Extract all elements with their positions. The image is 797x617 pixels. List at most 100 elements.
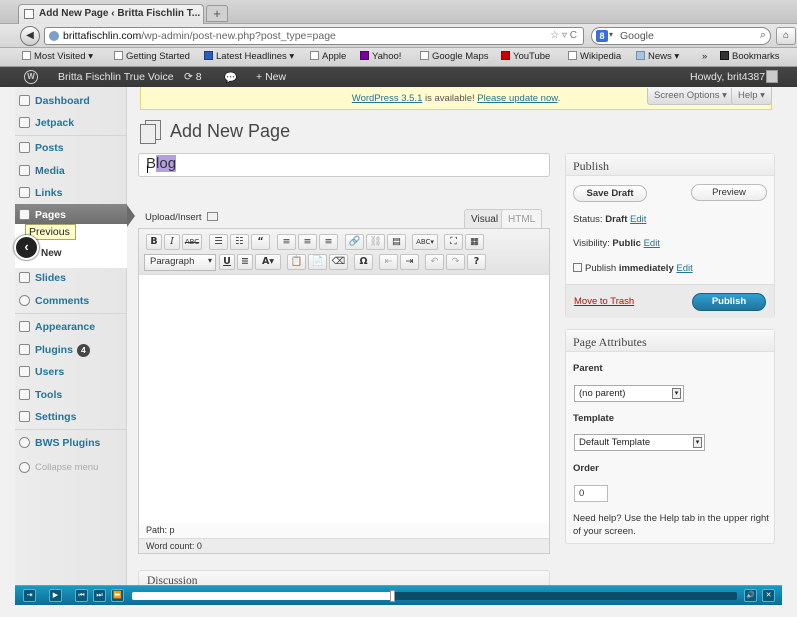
avatar[interactable] [766, 70, 778, 83]
kitchen-sink-icon[interactable]: ▦ [465, 234, 484, 250]
align-left-icon[interactable]: ≡ [277, 234, 296, 250]
bookmark-most-visited[interactable]: Most Visited ▾ [22, 51, 93, 62]
bookmark-yahoo[interactable]: Yahoo! [360, 51, 401, 62]
wordpress-version-link[interactable]: WordPress 3.5.1 [352, 93, 423, 104]
bookmarks-menu[interactable]: Bookmarks [720, 51, 780, 62]
bookmark-latest-headlines[interactable]: Latest Headlines ▾ [204, 51, 294, 62]
numbered-list-icon[interactable]: ☷ [230, 234, 249, 250]
sidebar-item-comments[interactable]: Comments [15, 290, 127, 312]
bookmark-google-maps[interactable]: Google Maps [420, 51, 489, 62]
progress-handle[interactable] [390, 590, 396, 602]
collapse-menu-button[interactable]: Collapse menu [15, 457, 127, 479]
wordpress-logo-icon[interactable]: W [24, 70, 38, 84]
bullet-list-icon[interactable]: ☰ [209, 234, 228, 250]
sidebar-item-appearance[interactable]: Appearance [15, 316, 127, 338]
format-select[interactable]: Paragraph ▾ [144, 254, 216, 271]
bookmark-wikipedia[interactable]: Wikipedia [568, 51, 621, 62]
sidebar-item-tools[interactable]: Tools [15, 384, 127, 406]
close-icon[interactable]: ✕ [762, 589, 775, 602]
home-button[interactable]: ⌂ [776, 27, 796, 45]
comments-link[interactable]: 💬 [224, 71, 237, 84]
site-name-link[interactable]: Britta Fischlin True Voice [58, 71, 174, 83]
unlink-icon[interactable]: ⛓ [366, 234, 385, 250]
spellcheck-icon[interactable]: ABC▾ [412, 234, 438, 250]
outdent-icon[interactable]: ⇤ [379, 254, 398, 270]
move-to-trash-link[interactable]: Move to Trash [574, 296, 634, 307]
publish-button[interactable]: Publish [692, 293, 766, 311]
preview-button[interactable]: Preview [691, 184, 767, 201]
back-button[interactable]: ◀ [20, 26, 40, 46]
sidebar-item-bws-plugins[interactable]: BWS Plugins [15, 432, 127, 454]
insert-link-icon[interactable]: 🔗 [345, 234, 364, 250]
updates-link[interactable]: ⟳ 8 [184, 71, 202, 83]
publish-box-title[interactable]: Publish [566, 154, 774, 176]
order-input[interactable]: 0 [574, 485, 608, 502]
previous-button[interactable]: ‹ [14, 235, 39, 260]
sidebar-item-dashboard[interactable]: Dashboard [15, 90, 127, 112]
exit-icon[interactable]: ⇥ [23, 589, 36, 602]
upload-insert-link[interactable]: Upload/Insert [145, 212, 218, 223]
sidebar-item-users[interactable]: Users [15, 361, 127, 383]
update-now-link[interactable]: Please update now [477, 93, 557, 104]
fast-forward-icon[interactable]: ⏩ [111, 589, 124, 602]
undo-icon[interactable]: ↶ [425, 254, 444, 270]
sidebar-item-pages[interactable]: Pages [15, 204, 127, 226]
rewind-icon[interactable]: ⏮ [75, 589, 88, 602]
editor-content-area[interactable] [139, 276, 549, 522]
browser-tab-active[interactable]: Add New Page ‹ Britta Fischlin T... [18, 4, 204, 24]
strikethrough-icon[interactable]: ABC [182, 234, 202, 250]
step-forward-icon[interactable]: ⏭ [93, 589, 106, 602]
new-content-link[interactable]: + New [256, 71, 286, 83]
bookmark-youtube[interactable]: YouTube [501, 51, 550, 62]
bookmark-news[interactable]: News ▾ [636, 51, 679, 62]
help-button[interactable]: Help ▾ [731, 88, 772, 105]
google-icon[interactable]: 8 [596, 30, 608, 42]
align-center-icon[interactable]: ≡ [298, 234, 317, 250]
submenu-item-new[interactable]: New [41, 248, 62, 259]
paste-word-icon[interactable]: 📄 [308, 254, 327, 270]
redo-icon[interactable]: ↷ [446, 254, 465, 270]
tab-visual[interactable]: Visual [464, 209, 506, 229]
bookmark-getting-started[interactable]: Getting Started [114, 51, 190, 62]
clear-formatting-icon[interactable]: ⌫ [329, 254, 348, 270]
fullscreen-icon[interactable]: ⛶ [444, 234, 463, 250]
special-character-icon[interactable]: Ω [354, 254, 373, 270]
url-bookmark-star-icon[interactable]: ☆ ▿ C [550, 30, 577, 41]
underline-icon[interactable]: U [219, 254, 235, 270]
template-select[interactable]: Default Template ▾ [574, 434, 705, 451]
save-draft-button[interactable]: Save Draft [573, 185, 647, 202]
sidebar-item-settings[interactable]: Settings [15, 406, 127, 428]
bookmark-apple[interactable]: Apple [310, 51, 346, 62]
progress-track[interactable] [132, 590, 737, 602]
sidebar-item-jetpack[interactable]: Jetpack [15, 112, 127, 134]
sidebar-item-links[interactable]: Links [15, 182, 127, 204]
blockquote-icon[interactable]: “ [251, 234, 270, 250]
insert-more-icon[interactable]: ▤ [387, 234, 406, 250]
edit-schedule-link[interactable]: Edit [676, 263, 692, 274]
indent-icon[interactable]: ⇥ [400, 254, 419, 270]
search-engine-dropdown-icon[interactable]: ▾ [609, 30, 613, 39]
screen-options-button[interactable]: Screen Options ▾ [647, 88, 734, 105]
bookmarks-overflow-chevron[interactable]: » [702, 51, 707, 62]
sidebar-item-media[interactable]: Media [15, 160, 127, 182]
tab-html[interactable]: HTML [501, 209, 543, 229]
post-title-input[interactable]: Blog [138, 153, 550, 177]
page-attributes-title[interactable]: Page Attributes [566, 330, 774, 352]
howdy-user-link[interactable]: Howdy, brit4387 [690, 71, 765, 83]
align-right-icon[interactable]: ≡ [319, 234, 338, 250]
search-icon[interactable]: ⌕ [760, 29, 766, 42]
search-field[interactable]: 8 ▾ Google ⌕ [591, 27, 771, 45]
new-tab-button[interactable]: + [206, 5, 228, 22]
url-field[interactable]: brittafischlin.com/wp-admin/post-new.php… [44, 27, 584, 45]
sidebar-item-slides[interactable]: Slides [15, 267, 127, 289]
edit-status-link[interactable]: Edit [630, 214, 646, 225]
sidebar-item-posts[interactable]: Posts [15, 137, 127, 159]
play-icon[interactable]: ▶ [49, 589, 62, 602]
text-color-icon[interactable]: A▾ [255, 254, 281, 270]
volume-icon[interactable]: 🔊 [744, 589, 757, 602]
edit-visibility-link[interactable]: Edit [644, 238, 660, 249]
paste-text-icon[interactable]: 📋 [287, 254, 306, 270]
sidebar-item-plugins[interactable]: Plugins 4 [15, 339, 127, 361]
bold-icon[interactable]: B [146, 234, 162, 250]
help-icon[interactable]: ? [467, 254, 486, 270]
